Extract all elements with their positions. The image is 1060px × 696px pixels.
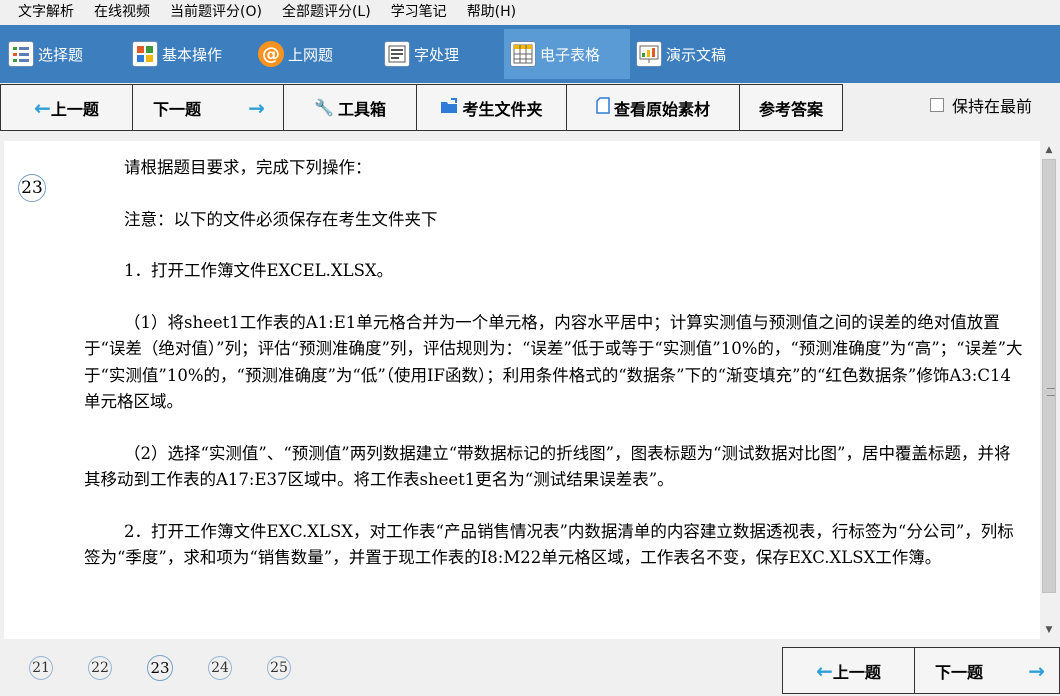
tab-presentation[interactable]: 演示文稿: [630, 29, 756, 79]
page-number-21[interactable]: 21: [29, 656, 53, 680]
folder-icon: [440, 97, 458, 118]
button-label: 考生文件夹: [462, 99, 543, 119]
menu-bar: 文字解析 在线视频 当前题评分(O) 全部题评分(L) 学习笔记 帮助(H): [0, 0, 1060, 25]
arrow-left-icon: ←: [816, 658, 833, 683]
menu-score-current[interactable]: 当前题评分(O): [160, 0, 272, 25]
page-number-22[interactable]: 22: [88, 656, 112, 680]
question-text: 请根据题目要求，完成下列操作： 注意：以下的文件必须保存在考生文件夹下 1．打开…: [84, 155, 1024, 572]
button-label: 上一题: [832, 662, 881, 682]
tab-word-processing[interactable]: 字处理: [378, 29, 504, 79]
tab-internet[interactable]: @ 上网题: [252, 29, 378, 79]
document-icon: [384, 41, 410, 67]
tab-label: 基本操作: [162, 45, 223, 64]
menu-help[interactable]: 帮助(H): [457, 0, 526, 25]
tab-label: 选择题: [38, 45, 84, 64]
button-label: 下一题: [935, 662, 984, 682]
keep-on-top-toggle[interactable]: 保持在最前: [930, 93, 1032, 117]
button-label: 工具箱: [337, 99, 386, 119]
menu-online-video[interactable]: 在线视频: [84, 0, 160, 25]
question-pager: 21 22 23 24 25: [0, 645, 320, 689]
category-tab-bar: 选择题 基本操作 @ 上网题 字处理 电子表格 演示文稿: [0, 25, 1060, 83]
view-source-material-button[interactable]: 查看原始素材: [566, 84, 740, 131]
grip-icon: [1047, 388, 1055, 396]
tab-basic-operations[interactable]: 基本操作: [126, 29, 252, 79]
tab-label: 演示文稿: [666, 45, 727, 64]
tab-label: 电子表格: [540, 45, 601, 64]
arrow-right-icon: →: [248, 95, 265, 120]
tab-label: 上网题: [288, 45, 334, 64]
toolbox-button[interactable]: 🔧 工具箱: [283, 84, 417, 131]
wrench-icon: 🔧: [314, 98, 334, 117]
tab-label: 字处理: [414, 45, 460, 64]
menu-study-notes[interactable]: 学习笔记: [381, 0, 457, 25]
task-1-part-2: （2）选择“实测值”、“预测值”两列数据建立“带数据标记的折线图”，图表标题为“…: [84, 443, 1011, 490]
at-icon: @: [258, 41, 284, 67]
file-icon: [596, 97, 610, 118]
button-label: 参考答案: [758, 99, 823, 119]
spreadsheet-icon: [510, 41, 536, 67]
next-question-button[interactable]: 下一题 →: [132, 84, 284, 131]
arrow-left-icon: ←: [34, 95, 51, 120]
list-icon: [8, 41, 34, 67]
keep-on-top-label: 保持在最前: [952, 97, 1033, 116]
grid-icon: [132, 41, 158, 67]
instruction-line: 请根据题目要求，完成下列操作：: [124, 158, 372, 177]
bottom-prev-button[interactable]: ← 上一题: [782, 647, 915, 694]
note-line: 注意：以下的文件必须保存在考生文件夹下: [124, 209, 438, 229]
scroll-thumb[interactable]: [1042, 159, 1056, 593]
button-label: 查看原始素材: [613, 99, 710, 119]
vertical-scrollbar[interactable]: ▲ ▼: [1040, 141, 1058, 639]
candidate-folder-button[interactable]: 考生文件夹: [416, 84, 567, 131]
tab-spreadsheet[interactable]: 电子表格: [504, 29, 630, 79]
question-number-badge: 23: [18, 174, 46, 202]
presentation-icon: [636, 41, 662, 67]
menu-text-analysis[interactable]: 文字解析: [8, 0, 84, 25]
menu-score-all[interactable]: 全部题评分(L): [272, 0, 381, 25]
task-2: 2．打开工作簿文件EXC.XLSX，对工作表“产品销售情况表”内数据清单的内容建…: [84, 521, 1014, 568]
button-label: 下一题: [153, 99, 202, 119]
arrow-right-icon: →: [1028, 658, 1045, 683]
page-number-23[interactable]: 23: [147, 655, 173, 681]
scroll-up-icon[interactable]: ▲: [1040, 141, 1058, 159]
scroll-down-icon[interactable]: ▼: [1040, 621, 1058, 639]
task-1-heading: 1．打开工作簿文件EXCEL.XLSX。: [124, 261, 394, 280]
prev-question-button[interactable]: ← 上一题: [0, 84, 133, 131]
task-1-part-1: （1）将sheet1工作表的A1:E1单元格合并为一个单元格，内容水平居中；计算…: [84, 312, 1023, 412]
button-label: 上一题: [50, 99, 99, 119]
bottom-next-button[interactable]: 下一题 →: [914, 647, 1060, 694]
page-number-25[interactable]: 25: [267, 656, 291, 680]
reference-answer-button[interactable]: 参考答案: [739, 84, 843, 131]
tab-choice-questions[interactable]: 选择题: [2, 29, 126, 79]
question-content-area[interactable]: 23 请根据题目要求，完成下列操作： 注意：以下的文件必须保存在考生文件夹下 1…: [4, 141, 1040, 639]
keep-on-top-checkbox[interactable]: [930, 98, 944, 112]
toolbar: ← 上一题 下一题 → 🔧 工具箱 考生文件夹 查看原始素材 参考答案 保持在最…: [0, 83, 1060, 131]
page-number-24[interactable]: 24: [208, 656, 232, 680]
